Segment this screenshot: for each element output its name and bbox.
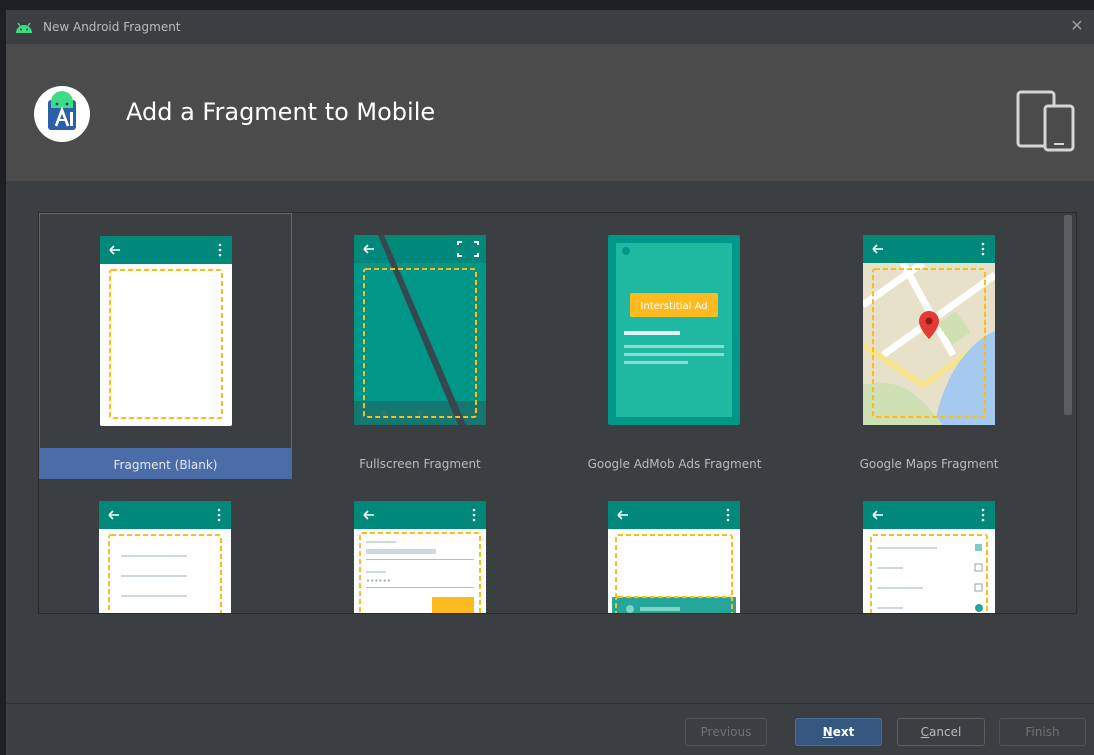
template-tile-maps[interactable]: Google Maps Fragment: [803, 213, 1056, 479]
template-thumbnail-blank: [100, 236, 232, 426]
template-tile-form[interactable]: ••••••: [294, 479, 547, 613]
cancel-button-label: ancel: [929, 725, 962, 739]
template-tile-fullscreen[interactable]: Fullscreen Fragment: [294, 213, 547, 479]
title-bar[interactable]: New Android Fragment ✕: [6, 10, 1094, 44]
previous-button-label: Previous: [700, 725, 752, 739]
footer-divider: [6, 703, 1094, 704]
template-label: Fullscreen Fragment: [359, 457, 481, 471]
template-tile-bottom-sheet[interactable]: [548, 479, 801, 613]
template-tile-settings[interactable]: [803, 479, 1056, 613]
template-label: Google AdMob Ads Fragment: [587, 457, 762, 471]
template-label: Google Maps Fragment: [859, 457, 999, 471]
cancel-button[interactable]: Cancel: [897, 718, 985, 746]
android-studio-icon: [34, 86, 90, 142]
template-tile-blank[interactable]: Fragment (Blank): [39, 213, 292, 479]
finish-button[interactable]: Finish: [999, 718, 1086, 746]
next-button[interactable]: Next: [795, 718, 882, 746]
next-mnemonic: N: [822, 725, 833, 739]
close-icon[interactable]: ✕: [1068, 17, 1086, 35]
template-gallery[interactable]: Fragment (Blank) Fullscreen Fragment Int…: [38, 212, 1077, 614]
page-title: Add a Fragment to Mobile: [126, 98, 436, 126]
template-thumbnail-admob: Interstitial Ad: [608, 235, 740, 425]
wizard-header: Add a Fragment to Mobile: [6, 44, 1094, 181]
svg-text:Interstitial Ad: Interstitial Ad: [640, 301, 707, 312]
next-button-label: ext: [832, 725, 855, 739]
template-label: Fragment (Blank): [113, 458, 218, 472]
template-thumbnail-fullscreen: [353, 235, 486, 425]
cancel-mnemonic: C: [920, 725, 930, 739]
template-thumbnail-settings: [862, 501, 995, 613]
previous-button[interactable]: Previous: [685, 718, 767, 746]
svg-text:••••••: ••••••: [366, 577, 391, 585]
template-thumbnail-form: ••••••: [353, 501, 486, 613]
android-icon: [16, 22, 32, 33]
window-title: New Android Fragment: [43, 20, 181, 34]
template-thumbnail-maps: [862, 235, 995, 425]
template-thumbnail-list: [99, 501, 231, 613]
template-thumbnail-bottom-sheet: [608, 501, 740, 613]
phone-tablet-icon: [1016, 90, 1075, 152]
dialog-window: New Android Fragment ✕ Add a Fragment to…: [6, 10, 1094, 755]
gallery-scrollbar[interactable]: [1064, 215, 1072, 415]
template-tile-admob[interactable]: Interstitial Ad Google AdMob Ads Fragmen…: [548, 213, 801, 479]
template-tile-list[interactable]: [39, 479, 292, 613]
finish-button-label: Finish: [1025, 725, 1060, 739]
